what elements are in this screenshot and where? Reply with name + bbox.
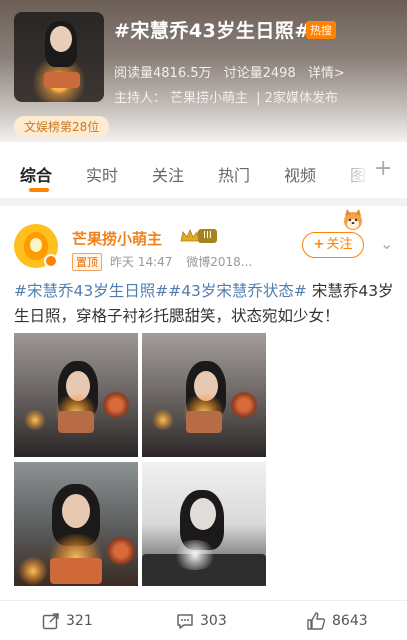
image-cake-shape	[50, 558, 102, 584]
like-button[interactable]: 8643	[306, 611, 368, 631]
image-face-shape	[190, 498, 216, 530]
post-image-4[interactable]	[142, 462, 266, 586]
post-source: 微博2018...	[186, 255, 253, 269]
topic-cover-image[interactable]	[14, 12, 104, 102]
comment-button[interactable]: 303	[176, 611, 227, 631]
host-label: 主持人：	[114, 91, 167, 106]
tab-comprehensive[interactable]: 综合	[20, 162, 52, 186]
topic-stats: 阅读量4816.5万 讨论量2498 详情>	[114, 62, 353, 81]
post-text: #宋慧乔43岁生日照##43岁宋慧乔状态# 宋慧乔43岁生日照，穿格子衬衫托腮甜…	[14, 279, 394, 329]
like-count: 8643	[332, 613, 368, 629]
cover-face-shape	[50, 26, 72, 52]
repost-count: 321	[66, 613, 93, 629]
image-cake-shape	[186, 411, 222, 433]
post-action-bar: 321 303 8643	[0, 600, 407, 640]
host-name[interactable]: 芒果捞小萌主	[170, 91, 248, 106]
topic-tag-link[interactable]: #43岁宋慧乔状态#	[168, 282, 307, 300]
topic-title: #宋慧乔43岁生日照#	[114, 20, 311, 42]
crown-icon	[180, 229, 200, 242]
tab-video[interactable]: 视频	[284, 162, 316, 186]
topic-header: #宋慧乔43岁生日照# 热搜 阅读量4816.5万 讨论量2498 详情> 主持…	[0, 0, 407, 142]
post-image-1[interactable]	[14, 333, 138, 457]
pinned-badge: 置顶	[72, 253, 102, 271]
image-flower-shape	[106, 536, 136, 566]
tab-following[interactable]: 关注	[152, 162, 184, 186]
topic-host: 主持人： 芒果捞小萌主 | 2家媒体发布	[114, 87, 342, 106]
candle-glow-shape	[18, 556, 48, 586]
post-card: 芒果捞小萌主 III 置顶 昨天 14:47 微博2018... + 关注 ⌄ #…	[0, 206, 407, 640]
follow-button[interactable]: + 关注	[302, 232, 364, 258]
tab-realtime[interactable]: 实时	[86, 162, 118, 186]
author-name[interactable]: 芒果捞小萌主	[72, 228, 162, 249]
tab-hot[interactable]: 热门	[218, 162, 250, 186]
plus-icon: +	[313, 237, 325, 252]
follow-label: 关注	[326, 237, 353, 252]
avatar-shape-inner	[30, 238, 42, 252]
light-glow-shape	[172, 540, 218, 570]
tab-fade	[330, 142, 370, 198]
add-tab-icon[interactable]: +	[374, 156, 392, 181]
active-tab-indicator	[29, 188, 49, 192]
post-image-3[interactable]	[14, 462, 138, 586]
cover-cake-shape	[44, 72, 80, 88]
verified-icon	[44, 254, 58, 268]
image-face-shape	[62, 494, 90, 528]
level-badge: III	[198, 229, 217, 243]
post-meta: 昨天 14:47 微博2018...	[110, 253, 262, 270]
thumbs-up-icon	[307, 612, 326, 630]
discussion-count: 讨论量2498	[223, 66, 296, 81]
read-count: 阅读量4816.5万	[114, 66, 212, 81]
shiba-sticker-icon	[344, 209, 362, 230]
post-image-2[interactable]	[142, 333, 266, 457]
candle-glow-shape	[152, 409, 174, 431]
details-link[interactable]: 详情>	[308, 66, 345, 81]
image-flower-shape	[102, 391, 130, 419]
image-cake-shape	[58, 411, 94, 433]
candle-glow-shape	[24, 409, 46, 431]
chevron-down-icon[interactable]: ⌄	[380, 234, 393, 253]
comment-icon	[177, 614, 193, 629]
tab-bar: 综合 实时 关注 热门 视频 图 +	[0, 142, 407, 198]
rank-badge[interactable]: 文娱榜第28位	[14, 116, 110, 137]
media-count[interactable]: | 2家媒体发布	[256, 91, 338, 106]
image-flower-shape	[230, 391, 258, 419]
comment-count: 303	[200, 613, 227, 629]
post-time: 昨天 14:47	[110, 255, 173, 269]
hot-badge: 热搜	[306, 21, 336, 39]
repost-icon	[42, 613, 59, 630]
topic-tag-link[interactable]: #宋慧乔43岁生日照#	[14, 282, 168, 300]
repost-button[interactable]: 321	[42, 611, 93, 631]
